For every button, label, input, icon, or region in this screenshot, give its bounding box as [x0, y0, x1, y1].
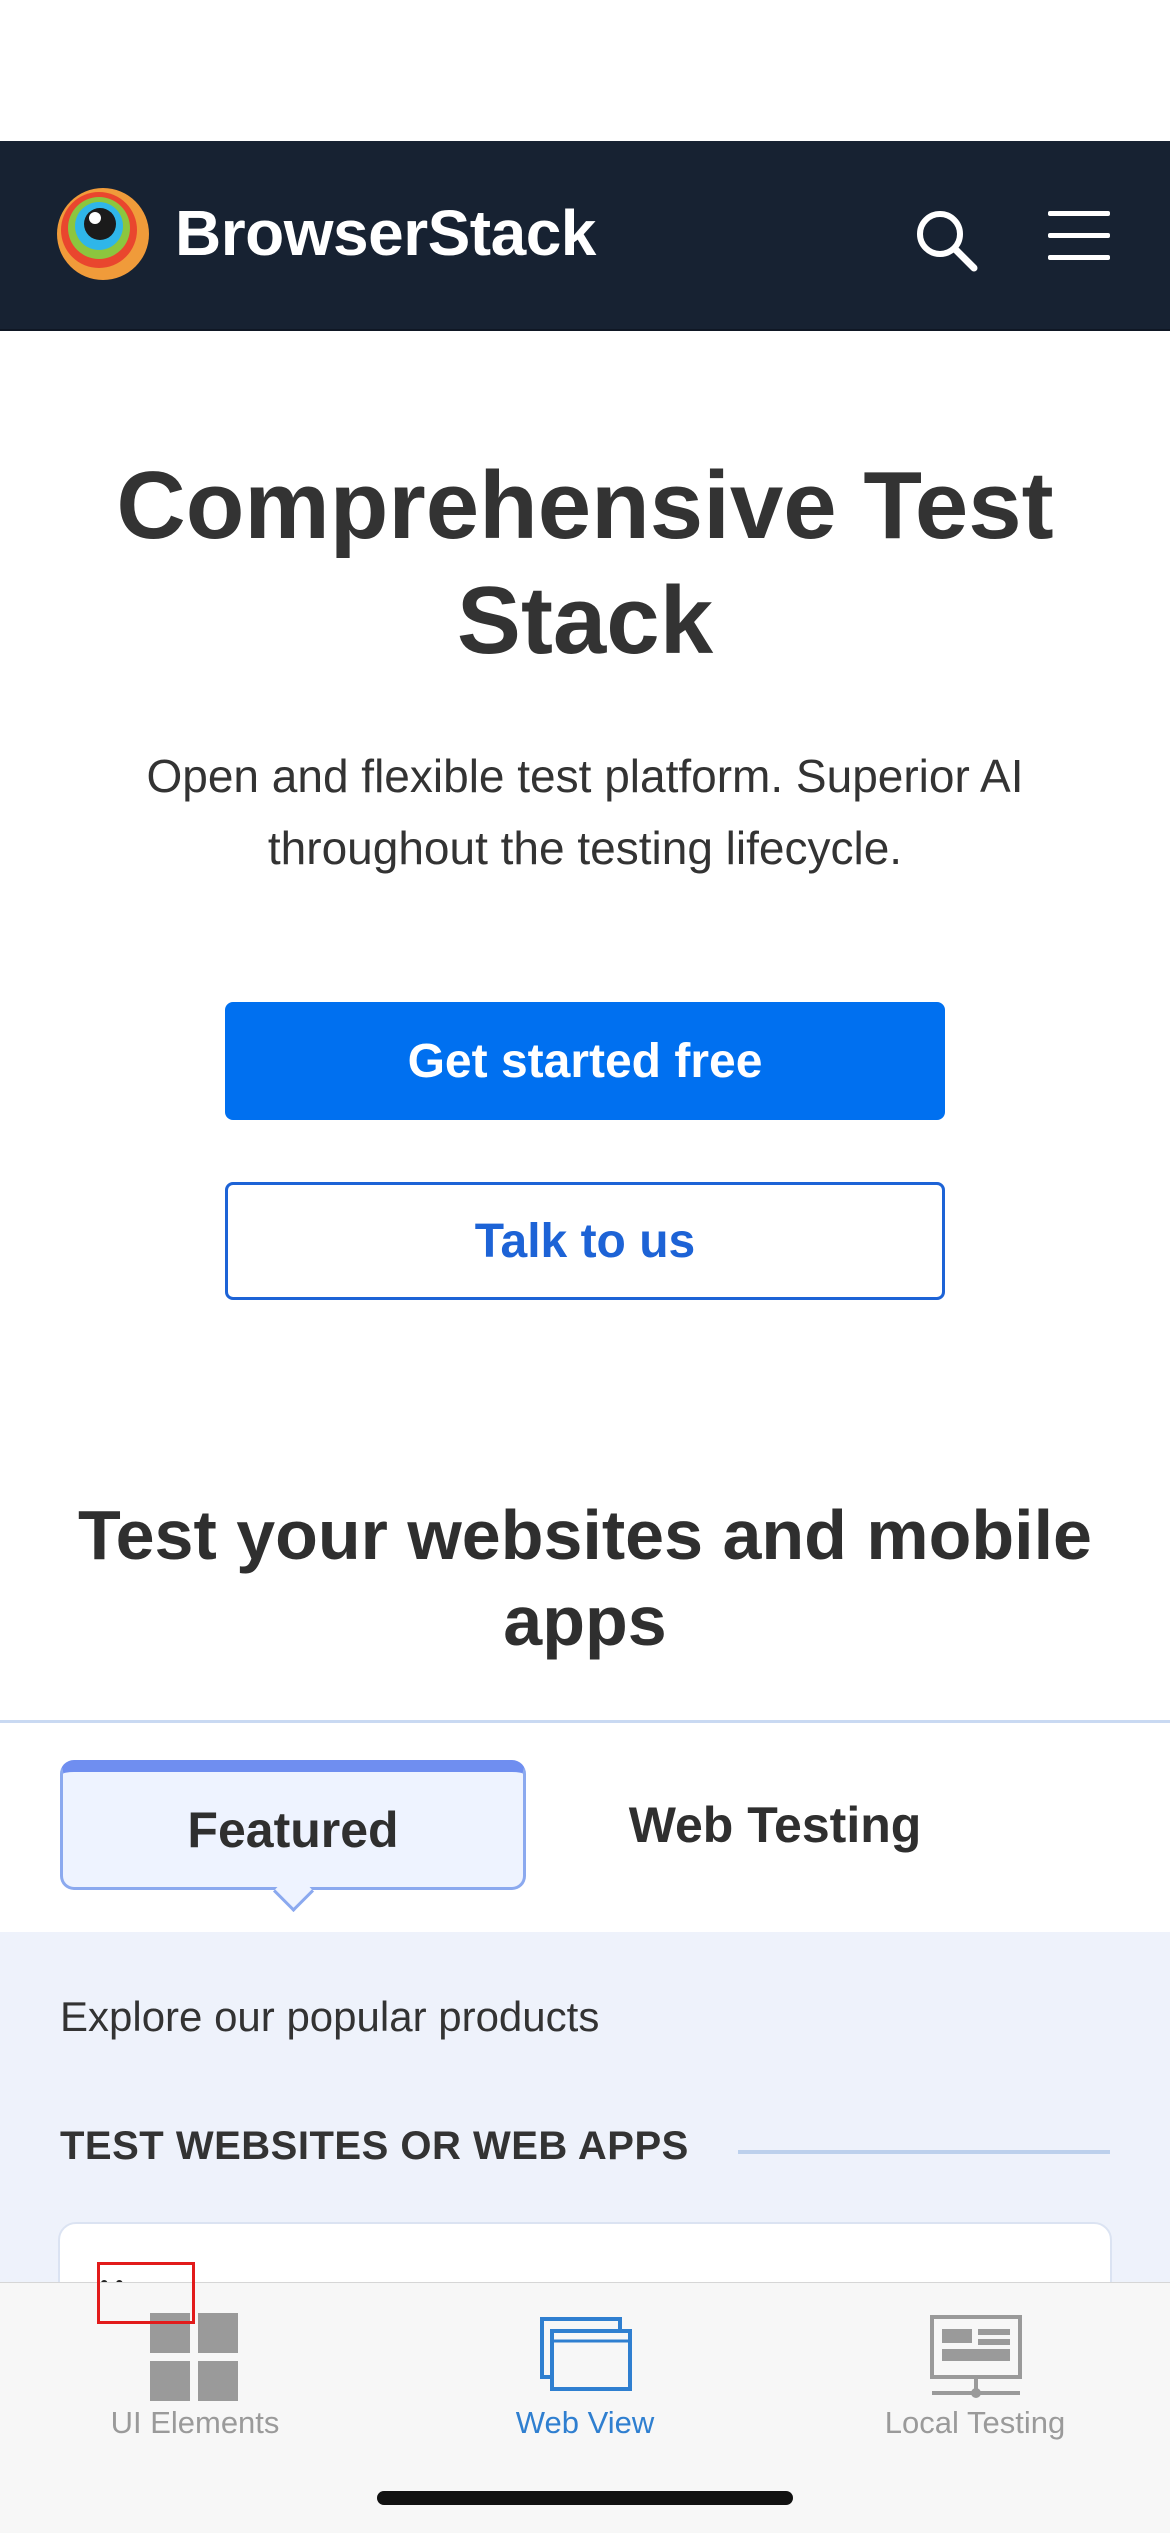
home-indicator[interactable] — [377, 2491, 793, 2505]
grid-icon — [150, 2313, 238, 2401]
brand-name[interactable]: BrowserStack — [175, 196, 596, 270]
tab-web-testing[interactable]: Web Testing — [590, 1760, 960, 1890]
tab-label: UI Elements — [110, 2405, 280, 2440]
get-started-button[interactable]: Get started free — [225, 1002, 945, 1120]
search-icon[interactable] — [912, 206, 980, 274]
section-title: Test your websites and mobile apps — [78, 1496, 1092, 1660]
site-header: BrowserStack — [0, 141, 1170, 331]
category-heading: TEST WEBSITES OR WEB APPS — [60, 2124, 689, 2168]
hamburger-menu-icon[interactable] — [1048, 211, 1110, 261]
tabs-divider — [0, 1720, 1170, 1723]
hero-title: Comprehensive Test Stack — [116, 452, 1054, 674]
highlight-box — [97, 2262, 195, 2324]
tab-label: Local Testing — [884, 2405, 1066, 2440]
talk-to-us-button[interactable]: Talk to us — [225, 1182, 945, 1300]
tab-label: Web View — [515, 2405, 655, 2440]
monitor-network-icon — [930, 2315, 1022, 2398]
products-intro: Explore our popular products — [60, 1993, 600, 2040]
category-divider — [738, 2150, 1110, 2154]
hero-subtitle: Open and flexible test platform. Superio… — [146, 750, 1024, 874]
tab-local-testing[interactable]: Local Testing — [780, 2283, 1170, 2533]
browserstack-logo-icon[interactable] — [55, 186, 151, 282]
windows-icon — [540, 2317, 632, 2391]
status-bar — [0, 0, 1170, 141]
tab-ui-elements[interactable]: UI Elements — [0, 2283, 390, 2533]
